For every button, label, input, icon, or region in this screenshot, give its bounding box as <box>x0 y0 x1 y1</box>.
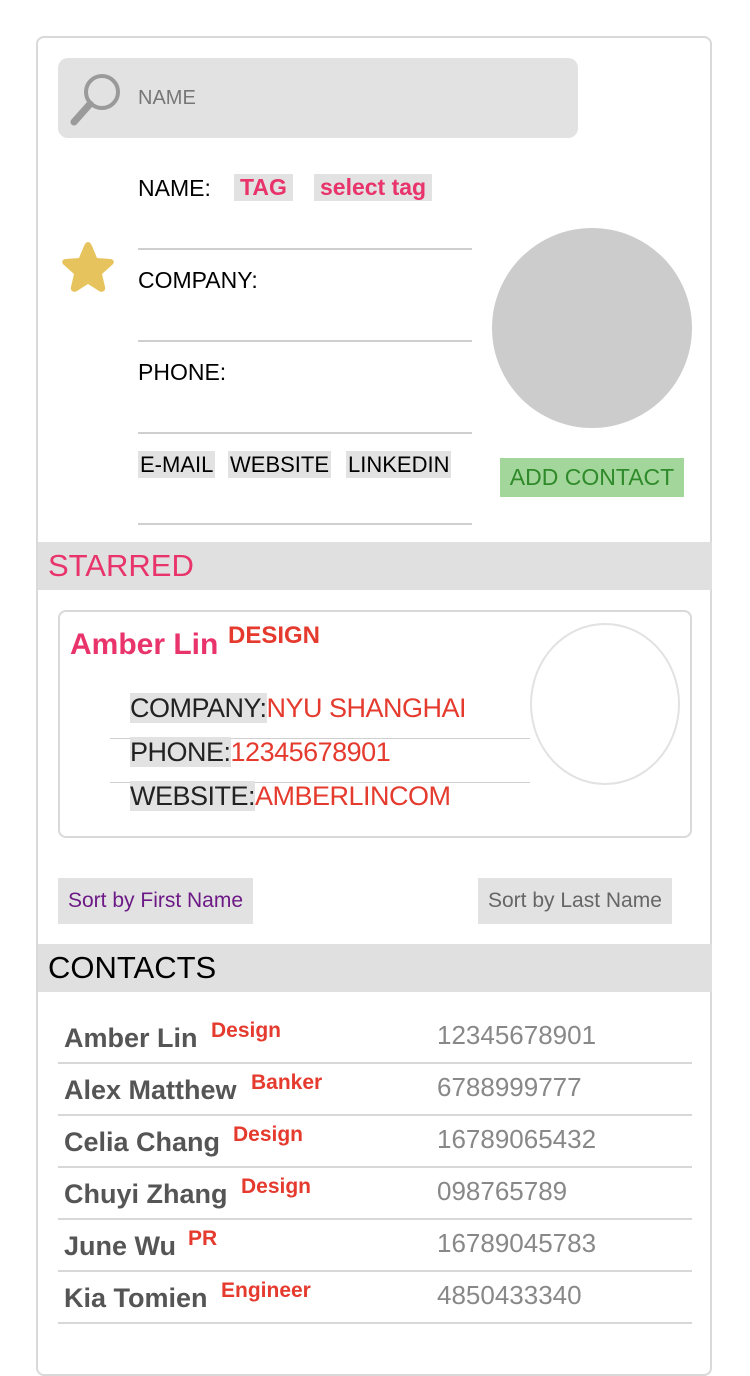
divider <box>58 1114 692 1116</box>
contact-name: Amber Lin <box>64 1023 198 1053</box>
website-button[interactable]: WEBSITE <box>228 451 332 478</box>
email-button[interactable]: E-MAIL <box>138 451 216 478</box>
contact-name: Celia Chang <box>64 1127 221 1157</box>
contact-name: Alex Matthew <box>64 1075 237 1105</box>
search-input[interactable] <box>138 58 558 138</box>
starred-header: STARRED <box>38 542 712 590</box>
starred-company-key: COMPANY: <box>130 693 267 723</box>
contact-phone: 4850433340 <box>437 1280 582 1310</box>
avatar-upload[interactable] <box>492 228 692 428</box>
sort-last-name-button[interactable]: Sort by Last Name <box>478 878 672 924</box>
contact-name: Kia Tomien <box>64 1283 208 1313</box>
starred-phone-key: PHONE: <box>130 737 231 767</box>
star-icon[interactable] <box>57 238 119 298</box>
contact-phone: 6788999777 <box>437 1072 582 1102</box>
starred-contact-tag: DESIGN <box>228 622 321 649</box>
divider <box>58 1166 692 1168</box>
phone-label: PHONE: <box>138 359 227 385</box>
add-contact-button[interactable]: ADD CONTACT <box>500 458 684 497</box>
starred-contact-avatar <box>530 623 680 785</box>
contact-tag: Engineer <box>221 1279 311 1302</box>
contact-name: Chuyi Zhang <box>64 1179 228 1209</box>
search-bar[interactable] <box>58 58 578 138</box>
starred-website-row: WEBSITE:AMBERLINCOM <box>130 779 451 813</box>
contact-phone: 16789045783 <box>437 1228 597 1258</box>
contact-phone: 16789065432 <box>437 1124 597 1154</box>
select-tag-button[interactable]: select tag <box>314 174 433 201</box>
sort-first-name-button[interactable]: Sort by First Name <box>58 878 254 924</box>
linkedin-button[interactable]: LINKEDIN <box>346 451 452 478</box>
starred-phone-value: 12345678901 <box>230 737 391 767</box>
name-label: NAME: <box>138 175 211 201</box>
divider <box>138 248 472 250</box>
contact-name: June Wu <box>64 1231 177 1261</box>
contact-tag: PR <box>188 1227 218 1250</box>
contacts-header: CONTACTS <box>38 944 712 992</box>
search-icon <box>70 74 120 126</box>
starred-phone-row: PHONE:12345678901 <box>130 735 391 769</box>
starred-heading: STARRED <box>48 548 194 583</box>
company-label: COMPANY: <box>138 267 258 293</box>
divider <box>138 523 472 525</box>
divider <box>138 340 472 342</box>
divider <box>58 1322 692 1324</box>
contact-tag: Design <box>241 1175 312 1198</box>
contact-phone: 12345678901 <box>437 1020 597 1050</box>
starred-contact-name: Amber Lin <box>70 628 219 661</box>
starred-company-row: COMPANY:NYU SHANGHAI <box>130 691 467 725</box>
divider <box>58 1218 692 1220</box>
tag-button[interactable]: TAG <box>234 174 293 201</box>
starred-company-value: NYU SHANGHAI <box>266 693 467 723</box>
contacts-heading: CONTACTS <box>48 950 217 985</box>
starred-website-key: WEBSITE: <box>130 781 256 811</box>
contact-tag: Design <box>233 1123 304 1146</box>
divider <box>58 1270 692 1272</box>
contact-phone: 098765789 <box>437 1176 568 1206</box>
divider <box>58 1062 692 1064</box>
starred-website-value: AMBERLINCOM <box>255 781 451 811</box>
contact-tag: Design <box>211 1019 282 1042</box>
divider <box>138 432 472 434</box>
contact-tag: Banker <box>251 1071 323 1094</box>
